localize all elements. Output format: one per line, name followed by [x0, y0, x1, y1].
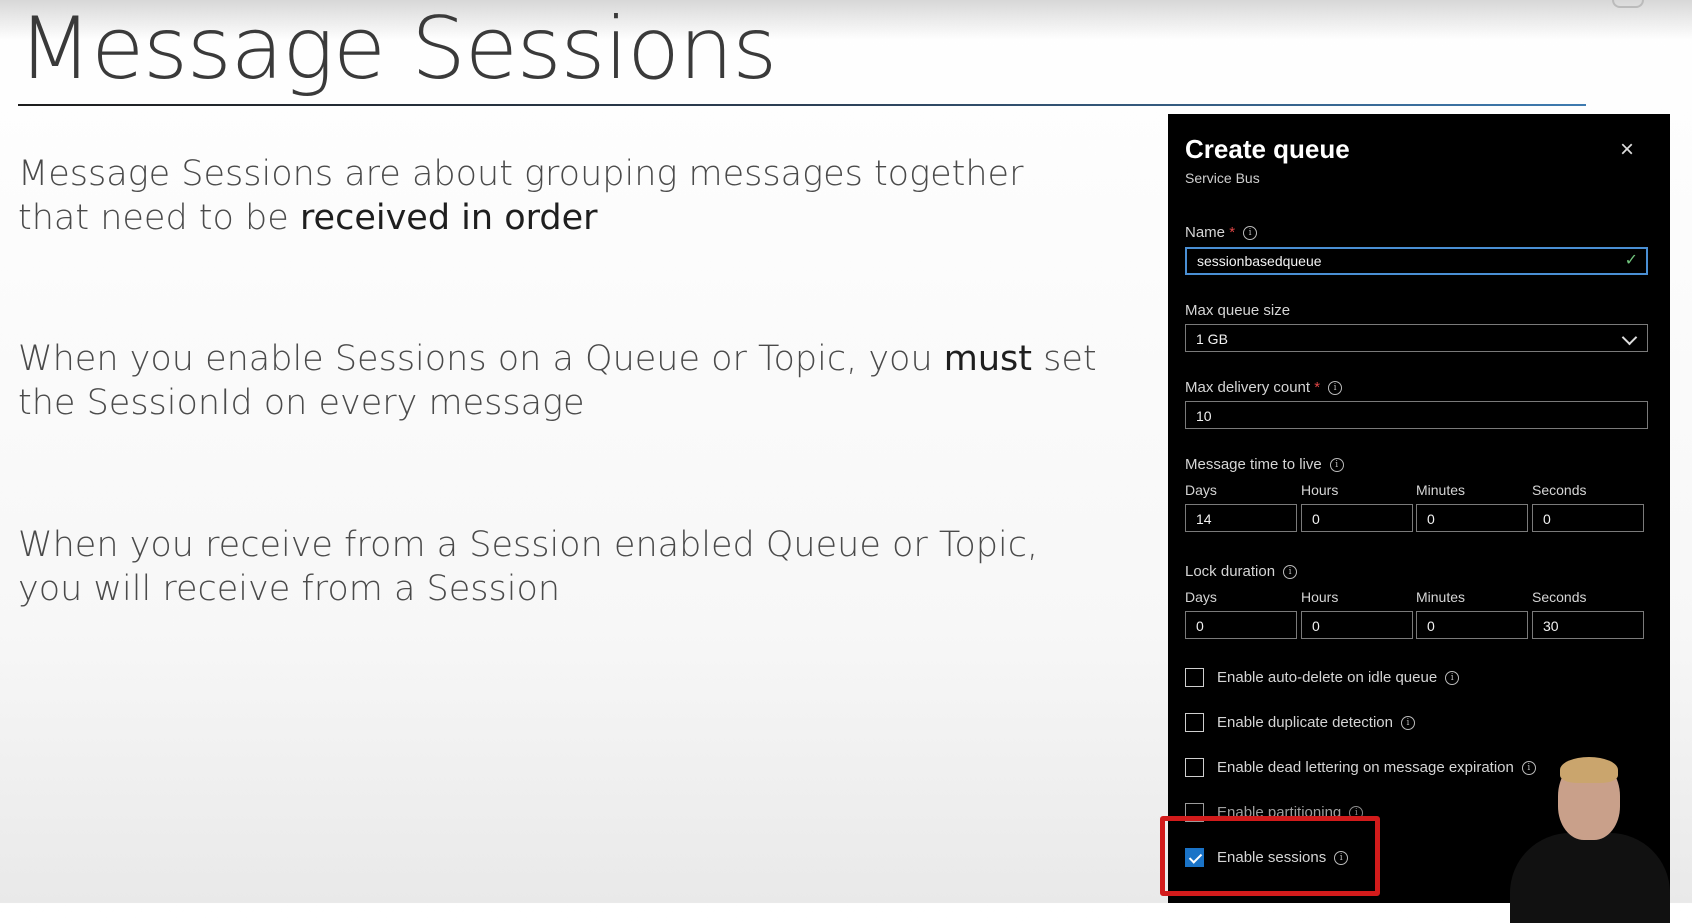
- lock-seconds-input[interactable]: 30: [1532, 611, 1644, 639]
- duplicate-detection-checkbox[interactable]: [1185, 713, 1204, 732]
- max-delivery-count-label: Max delivery count * i: [1185, 379, 1343, 396]
- presenter-webcam: [1510, 755, 1670, 923]
- ttl-seconds-input[interactable]: 0: [1532, 504, 1644, 532]
- lock-minutes-label: Minutes: [1416, 589, 1466, 605]
- info-icon[interactable]: i: [1329, 458, 1344, 473]
- ttl-days-input[interactable]: 14: [1185, 504, 1297, 532]
- info-icon[interactable]: i: [1243, 226, 1258, 241]
- bullet-2: When you enable Sessions on a Queue or T…: [18, 339, 1097, 423]
- avatar-corner-icon: [1612, 0, 1644, 8]
- ttl-hours-input[interactable]: 0: [1301, 504, 1413, 532]
- lock-seconds-label: Seconds: [1532, 589, 1587, 605]
- name-label: Name * i: [1185, 224, 1258, 241]
- lock-minutes-input[interactable]: 0: [1416, 611, 1528, 639]
- ttl-minutes-label: Minutes: [1416, 482, 1466, 498]
- info-icon[interactable]: i: [1328, 381, 1343, 396]
- ttl-seconds-label: Seconds: [1532, 482, 1587, 498]
- ttl-minutes-input[interactable]: 0: [1416, 504, 1528, 532]
- info-icon[interactable]: i: [1283, 565, 1298, 580]
- name-input[interactable]: sessionbasedqueue ✓: [1185, 247, 1648, 275]
- close-icon[interactable]: ×: [1620, 136, 1634, 164]
- panel-title: Create queue: [1185, 134, 1350, 164]
- lock-days-input[interactable]: 0: [1185, 611, 1297, 639]
- lock-days-label: Days: [1185, 589, 1217, 605]
- info-icon[interactable]: i: [1400, 716, 1415, 731]
- auto-delete-checkbox[interactable]: [1185, 668, 1204, 687]
- lock-hours-input[interactable]: 0: [1301, 611, 1413, 639]
- info-icon[interactable]: i: [1445, 671, 1460, 686]
- max-queue-size-select[interactable]: 1 GB: [1185, 324, 1648, 352]
- panel-subtitle: Service Bus: [1185, 170, 1260, 186]
- max-queue-size-label: Max queue size: [1185, 302, 1291, 319]
- lock-duration-label: Lock duration i: [1185, 563, 1298, 580]
- ttl-days-label: Days: [1185, 482, 1217, 498]
- slide-title: Message Sessions: [18, 0, 777, 99]
- ttl-hours-label: Hours: [1301, 482, 1339, 498]
- title-rule: [18, 104, 1586, 106]
- presenter-torso: [1510, 833, 1670, 923]
- bullet-3: When you receive from a Session enabled …: [18, 525, 1039, 609]
- valid-check-icon: ✓: [1624, 252, 1638, 269]
- presenter-hair: [1560, 757, 1618, 783]
- lock-hours-label: Hours: [1301, 589, 1339, 605]
- chevron-down-icon: [1621, 329, 1638, 346]
- bullet-1: Message Sessions are about grouping mess…: [18, 154, 1024, 238]
- max-delivery-count-input[interactable]: 10: [1185, 401, 1648, 429]
- dead-lettering-checkbox[interactable]: [1185, 758, 1204, 777]
- sessions-highlight-box: [1160, 816, 1380, 896]
- message-ttl-label: Message time to live i: [1185, 456, 1344, 473]
